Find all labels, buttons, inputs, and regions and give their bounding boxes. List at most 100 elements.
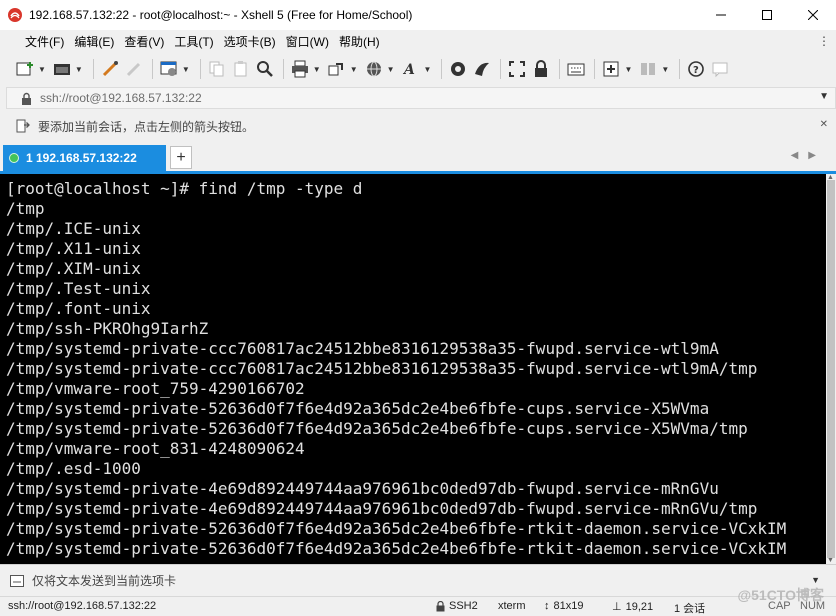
address-field[interactable]: ssh://root@192.168.57.132:22 ▼	[6, 87, 836, 109]
terminal-line: /tmp/systemd-private-52636d0f7f6e4d92a36…	[6, 539, 787, 558]
terminal-line: /tmp/vmware-root_759-4290166702	[6, 379, 305, 398]
site-watermark: @51CTO博客	[737, 587, 824, 603]
status-bar: ssh://root@192.168.57.132:22 SSH2 xterm …	[0, 596, 836, 616]
toolbar-separator	[282, 59, 284, 79]
keyboard-icon[interactable]	[565, 58, 587, 80]
menu-file[interactable]: 文件(F)	[20, 33, 69, 50]
new-session-icon[interactable]	[14, 58, 36, 80]
copy-icon[interactable]	[206, 58, 228, 80]
bookmark-add-icon[interactable]	[16, 119, 30, 133]
toolbar: ▼ ▼ ▼ ▼ ▼ ▼ A ▼ ▼ ▼ ?	[0, 53, 836, 85]
help-icon[interactable]: ?	[685, 58, 707, 80]
padlock-icon	[436, 600, 445, 611]
title-bar: 192.168.57.132:22 - root@localhost:~ - X…	[0, 0, 836, 30]
print-icon[interactable]	[289, 58, 311, 80]
new-tab-icon[interactable]	[600, 58, 622, 80]
status-protocol: SSH2	[436, 600, 478, 612]
terminal-line: /tmp/systemd-private-52636d0f7f6e4d92a36…	[6, 519, 787, 538]
fullscreen-icon[interactable]	[506, 58, 528, 80]
svg-text:A: A	[402, 62, 415, 78]
menu-view[interactable]: 查看(V)	[119, 33, 169, 50]
open-folder-icon[interactable]	[51, 58, 73, 80]
maximize-button[interactable]	[744, 0, 790, 30]
menu-overflow-icon[interactable]: ⋮	[818, 34, 830, 48]
tab-scroll-arrows-icon[interactable]: ◀▶	[791, 150, 826, 161]
close-button[interactable]	[790, 0, 836, 30]
layout-dropdown-icon[interactable]: ▼	[661, 65, 669, 74]
compose-window-icon	[10, 574, 24, 587]
status-cursor-value: 19,21	[625, 600, 654, 613]
xshell-app-icon	[8, 8, 22, 22]
terminal-line: /tmp/.ICE-unix	[6, 219, 141, 238]
maximize-icon	[762, 10, 772, 20]
terminal-line: /tmp/systemd-private-52636d0f7f6e4d92a36…	[6, 419, 748, 438]
layout-icon[interactable]	[637, 58, 659, 80]
open-dropdown-icon[interactable]: ▼	[75, 65, 83, 74]
status-terminal-type: xterm	[498, 600, 526, 612]
properties-dropdown-icon[interactable]: ▼	[182, 65, 190, 74]
address-value: ssh://root@192.168.57.132:22	[40, 91, 202, 105]
new-session-dropdown-icon[interactable]: ▼	[38, 65, 46, 74]
toolbar-separator	[151, 59, 153, 79]
terminal-line: /tmp/systemd-private-4e69d892449744aa976…	[6, 499, 758, 518]
minimize-icon	[716, 14, 726, 16]
print-dropdown-icon[interactable]: ▼	[313, 65, 321, 74]
properties-icon[interactable]	[158, 58, 180, 80]
xftp-icon[interactable]	[447, 58, 469, 80]
terminal-line: /tmp/.XIM-unix	[6, 259, 141, 278]
minimize-button[interactable]	[698, 0, 744, 30]
scroll-down-icon[interactable]: ▼	[827, 557, 834, 564]
terminal-line: /tmp/systemd-private-4e69d892449744aa976…	[6, 479, 719, 498]
xmanager-icon[interactable]	[471, 58, 493, 80]
terminal-output[interactable]: [root@localhost ~]# find /tmp -type d/tm…	[0, 174, 826, 564]
compose-placeholder: 仅将文本发送到当前选项卡	[32, 574, 177, 588]
address-bar: ssh://root@192.168.57.132:22 ▼	[0, 85, 836, 111]
paste-icon[interactable]	[230, 58, 252, 80]
hint-text: 要添加当前会话，点击左侧的箭头按钮。	[38, 119, 255, 134]
status-cursor: ⊥ 19,21	[612, 600, 654, 614]
terminal-line: /tmp/ssh-PKROhg9IarhZ	[6, 319, 209, 338]
connected-status-icon	[9, 153, 19, 163]
toolbar-separator	[441, 59, 443, 79]
menu-tools[interactable]: 工具(T)	[169, 33, 218, 50]
terminal-line: /tmp/vmware-root_831-4248090624	[6, 439, 305, 458]
new-tab-dropdown-icon[interactable]: ▼	[624, 65, 632, 74]
toolbar-separator	[500, 59, 502, 79]
compose-menu-icon[interactable]: ▼	[811, 575, 820, 585]
terminal-line: [root@localhost ~]# find /tmp -type d	[6, 179, 363, 198]
font-dropdown-icon[interactable]: ▼	[424, 65, 432, 74]
globe-dropdown-icon[interactable]: ▼	[387, 65, 395, 74]
window-controls	[698, 0, 836, 30]
chevron-down-icon[interactable]: ▼	[819, 91, 829, 102]
disconnect-icon[interactable]	[123, 58, 145, 80]
status-protocol-value: SSH2	[449, 600, 478, 612]
terminal-line: /tmp/systemd-private-52636d0f7f6e4d92a36…	[6, 399, 710, 418]
menu-edit[interactable]: 编辑(E)	[69, 33, 119, 50]
close-icon[interactable]: ✕	[820, 119, 828, 130]
toolbar-separator	[92, 59, 94, 79]
terminal-line: /tmp/.X11-unix	[6, 239, 141, 258]
find-icon[interactable]	[254, 58, 276, 80]
compose-bar[interactable]: 仅将文本发送到当前选项卡 ▼	[0, 564, 836, 596]
chat-icon[interactable]	[709, 58, 731, 80]
transfer-dropdown-icon[interactable]: ▼	[350, 65, 358, 74]
new-tab-button[interactable]: +	[170, 146, 192, 169]
terminal-scrollbar[interactable]: ▲ ▼	[826, 174, 836, 564]
window-title: 192.168.57.132:22 - root@localhost:~ - X…	[29, 8, 413, 22]
reconnect-icon[interactable]	[99, 58, 121, 80]
toolbar-separator	[559, 59, 561, 79]
toolbar-separator	[594, 59, 596, 79]
menu-window[interactable]: 窗口(W)	[281, 33, 334, 50]
scrollbar-thumb[interactable]	[827, 180, 835, 558]
tab-session-1[interactable]: 1 192.168.57.132:22	[3, 145, 166, 171]
globe-icon[interactable]	[363, 58, 385, 80]
toolbar-separator	[199, 59, 201, 79]
font-icon[interactable]: A	[400, 58, 422, 80]
terminal-line: /tmp/systemd-private-ccc760817ac24512bbe…	[6, 339, 719, 358]
status-connection: ssh://root@192.168.57.132:22	[8, 600, 157, 612]
lock-icon[interactable]	[530, 58, 552, 80]
menu-help[interactable]: 帮助(H)	[334, 33, 385, 50]
status-size-value: 81x19	[553, 600, 584, 612]
menu-tab[interactable]: 选项卡(B)	[219, 33, 281, 50]
transfer-icon[interactable]	[326, 58, 348, 80]
